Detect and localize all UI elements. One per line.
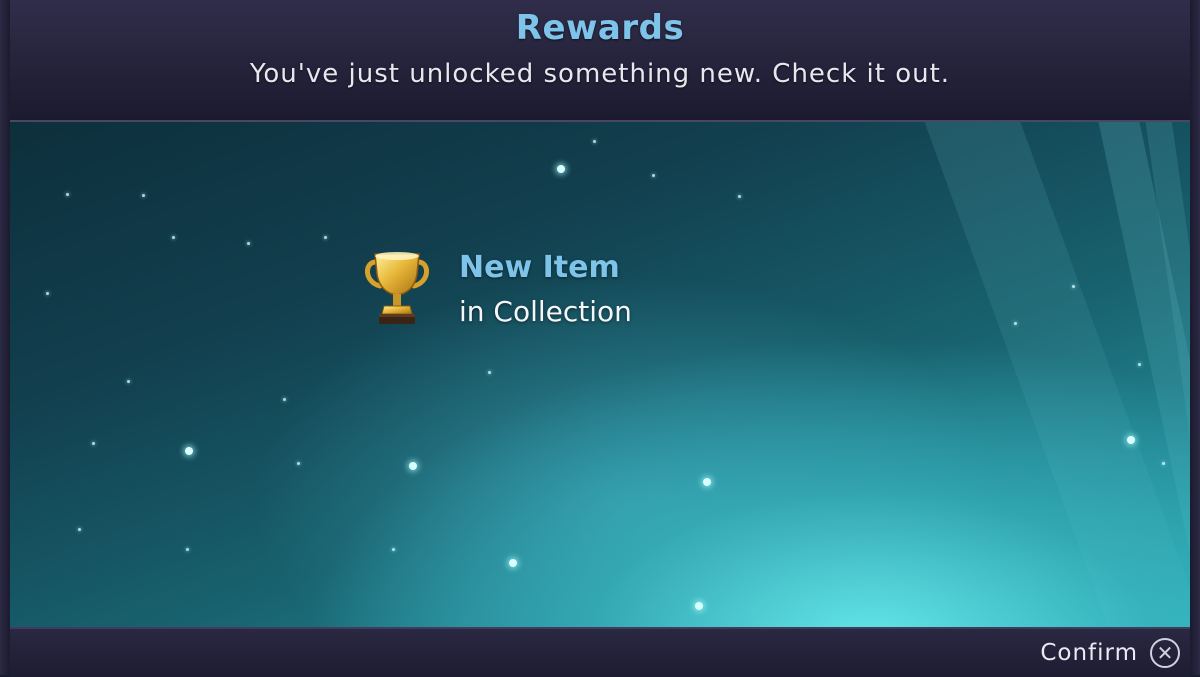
star [488, 371, 491, 374]
star [1014, 322, 1017, 325]
trophy-icon [365, 252, 429, 324]
star [66, 193, 69, 196]
star [409, 462, 417, 470]
star [283, 398, 286, 401]
star [297, 462, 300, 465]
reward-title: New Item [459, 250, 620, 285]
star [324, 236, 327, 239]
star [695, 602, 703, 610]
star [1072, 285, 1075, 288]
rewards-header: Rewards You've just unlocked something n… [10, 0, 1190, 122]
star [46, 292, 49, 295]
star [509, 559, 517, 567]
frame-left-edge [0, 0, 10, 675]
close-circle-icon[interactable]: ✕ [1150, 638, 1180, 668]
reward-background: New Item in Collection [10, 122, 1190, 627]
star [142, 194, 145, 197]
star [186, 548, 189, 551]
star [392, 548, 395, 551]
star [593, 140, 596, 143]
star [1127, 436, 1135, 444]
frame-right-edge [1190, 0, 1200, 675]
confirm-label: Confirm [1040, 640, 1138, 666]
star [738, 195, 741, 198]
page-subtitle: You've just unlocked something new. Chec… [249, 59, 951, 89]
star [172, 236, 175, 239]
page-title: Rewards [515, 8, 685, 48]
star [1162, 462, 1165, 465]
rewards-screen: Rewards You've just unlocked something n… [0, 0, 1200, 677]
star [247, 242, 250, 245]
star [92, 442, 95, 445]
star [185, 447, 193, 455]
star [703, 478, 711, 486]
star [127, 380, 130, 383]
star [557, 165, 565, 173]
star [78, 528, 81, 531]
star [652, 174, 655, 177]
footer-bar: Confirm ✕ [10, 627, 1190, 677]
confirm-button[interactable]: Confirm ✕ [1040, 635, 1180, 671]
reward-subtitle: in Collection [459, 295, 632, 328]
star [1138, 363, 1141, 366]
